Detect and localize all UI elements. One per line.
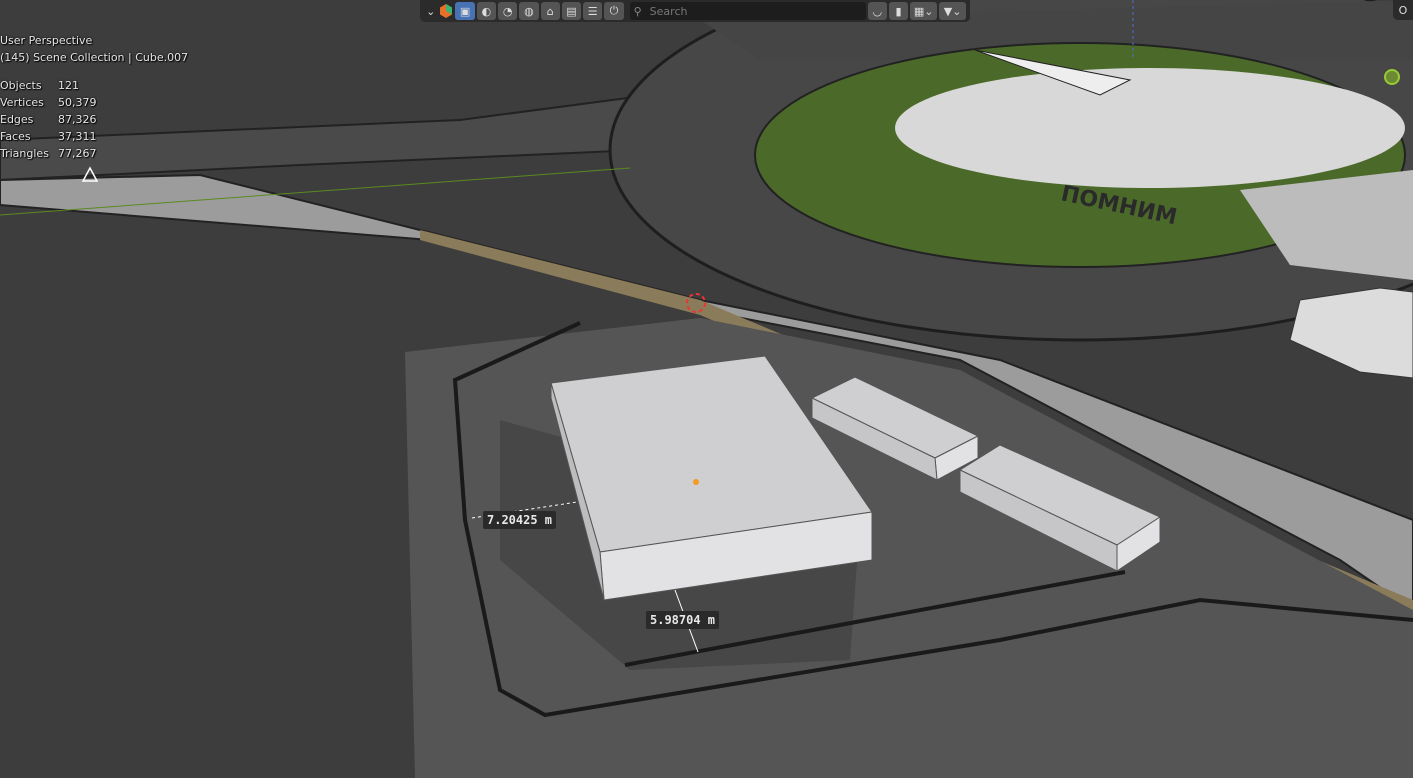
- scene-icon[interactable]: ▤: [561, 2, 582, 20]
- brush-icon[interactable]: ⌂: [540, 2, 560, 20]
- chevron-down-icon[interactable]: ⌄: [424, 2, 437, 20]
- object-origin: [693, 479, 699, 485]
- bookmark-icon[interactable]: ▮: [888, 2, 909, 20]
- editor-type-icon[interactable]: [439, 2, 453, 20]
- stat-edges: Edges 87,326: [0, 113, 97, 126]
- search-input[interactable]: [647, 3, 852, 19]
- 3d-viewport[interactable]: ПОМНИМ: [0, 0, 1413, 778]
- viewport-visibility-icon[interactable]: ◐: [476, 2, 497, 20]
- outliner-header: ⌄ ▣ ◐ ◔ ◍ ⌂ ▤ ☰ ⏻ ⚲ ◡ ▮ ▦⌄ ▼⌄: [420, 0, 970, 22]
- selectable-icon[interactable]: ▣: [455, 2, 475, 20]
- corner-button[interactable]: O: [1393, 0, 1413, 20]
- stat-faces: Faces 37,311: [0, 130, 97, 143]
- filter-toggle-icon[interactable]: ◡: [867, 2, 887, 20]
- gizmo-y-axis[interactable]: [1384, 69, 1400, 85]
- viewport-info: User Perspective (145) Scene Collection …: [0, 32, 188, 66]
- search-field[interactable]: ⚲: [629, 2, 866, 20]
- display-mode-dropdown[interactable]: ▦⌄: [910, 2, 938, 20]
- plaza: [895, 68, 1405, 188]
- stat-vertices: Vertices 50,379: [0, 96, 97, 109]
- stat-objects: Objects 121: [0, 79, 79, 92]
- search-icon: ⚲: [633, 4, 642, 18]
- render-visibility-icon[interactable]: ◔: [498, 2, 518, 20]
- width-measurement: 7.20425 m: [483, 511, 557, 529]
- library-override-icon[interactable]: ⏻: [604, 2, 624, 20]
- world-icon[interactable]: ◍: [519, 2, 539, 20]
- view-name: User Perspective: [0, 34, 93, 47]
- sequencer-icon[interactable]: ☰: [583, 2, 603, 20]
- collection-info: (145) Scene Collection | Cube.007: [0, 51, 189, 64]
- stat-triangles: Triangles 77,267: [0, 147, 97, 160]
- scene-statistics: Objects 121 Vertices 50,379 Edges 87,326 Fa…: [0, 77, 97, 162]
- depth-measurement: 5.98704 m: [646, 611, 720, 629]
- filter-funnel-icon[interactable]: ▼⌄: [939, 2, 967, 20]
